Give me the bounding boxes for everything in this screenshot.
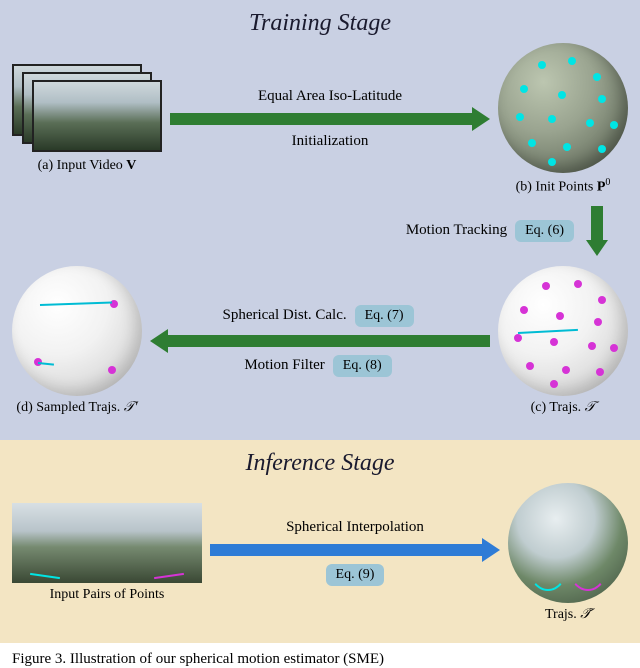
sphere-inference-icon — [508, 483, 628, 603]
row-inference: Input Pairs of Points Spherical Interpol… — [12, 483, 628, 623]
green-arrow-icon — [170, 107, 490, 131]
eq-badge-6: Eq. (6) — [515, 220, 574, 242]
blue-arrow-icon — [210, 538, 500, 562]
eq-badge-8: Eq. (8) — [333, 355, 392, 377]
arrow-motion-tracking: Motion Tracking Eq. (6) — [406, 202, 628, 260]
green-arrow-left-icon — [150, 329, 490, 353]
figure-sme: Training Stage (a) Input Video V Equal A… — [0, 0, 640, 668]
trajs-caption: (c) Trajs. 𝒯 — [531, 400, 596, 416]
figure-caption: Figure 3. Illustration of our spherical … — [0, 643, 640, 668]
sphere-sampled-icon — [12, 266, 142, 396]
green-arrow-down-icon — [586, 206, 608, 256]
input-pairs-block: Input Pairs of Points — [12, 503, 202, 603]
init-points-block: (b) Init Points P0 — [498, 43, 628, 196]
arrow-motion-filter: Spherical Dist. Calc. Eq. (7) Motion Fil… — [142, 303, 498, 379]
output-trajs-block: Trajs. 𝒯̃ — [508, 483, 628, 623]
arrow-init-label-2: Initialization — [292, 133, 369, 150]
sphere-init-points-icon — [498, 43, 628, 173]
eq-badge-7: Eq. (7) — [355, 305, 414, 327]
row-vertical-arrow: Motion Tracking Eq. (6) — [12, 202, 628, 260]
arrow-spherical-interp: Spherical Interpolation Eq. (9) — [202, 517, 508, 588]
inference-stage-panel: Inference Stage Input Pairs of Points Sp… — [0, 440, 640, 643]
init-points-caption: (b) Init Points P0 — [516, 177, 611, 196]
row-d-from-c: (d) Sampled Trajs. 𝒯′ Spherical Dist. Ca… — [12, 266, 628, 416]
video-stack-icon — [12, 64, 162, 154]
arrow-interp-label: Spherical Interpolation — [286, 519, 424, 536]
row-a-to-b: (a) Input Video V Equal Area Iso-Latitud… — [12, 43, 628, 196]
arrow-track-label: Motion Tracking — [406, 222, 507, 238]
arrow-init-label-1: Equal Area Iso-Latitude — [258, 88, 402, 105]
input-pairs-caption: Input Pairs of Points — [50, 587, 165, 603]
sampled-trajs-block: (d) Sampled Trajs. 𝒯′ — [12, 266, 142, 416]
input-video-caption: (a) Input Video V — [38, 158, 137, 174]
output-trajs-caption: Trajs. 𝒯̃ — [545, 607, 591, 623]
eq-badge-9: Eq. (9) — [326, 564, 385, 586]
input-video-block: (a) Input Video V — [12, 64, 162, 174]
sampled-trajs-caption: (d) Sampled Trajs. 𝒯′ — [16, 400, 137, 416]
training-stage-panel: Training Stage (a) Input Video V Equal A… — [0, 0, 640, 440]
arrow-filter-label-1: Spherical Dist. Calc. — [222, 307, 346, 323]
training-stage-title: Training Stage — [12, 10, 628, 37]
arrow-filter-label-2: Motion Filter — [244, 357, 324, 373]
sphere-trajs-icon — [498, 266, 628, 396]
panorama-icon — [12, 503, 202, 583]
inference-stage-title: Inference Stage — [12, 450, 628, 477]
arrow-initialization: Equal Area Iso-Latitude Initialization — [162, 86, 498, 152]
trajs-block: (c) Trajs. 𝒯 — [498, 266, 628, 416]
